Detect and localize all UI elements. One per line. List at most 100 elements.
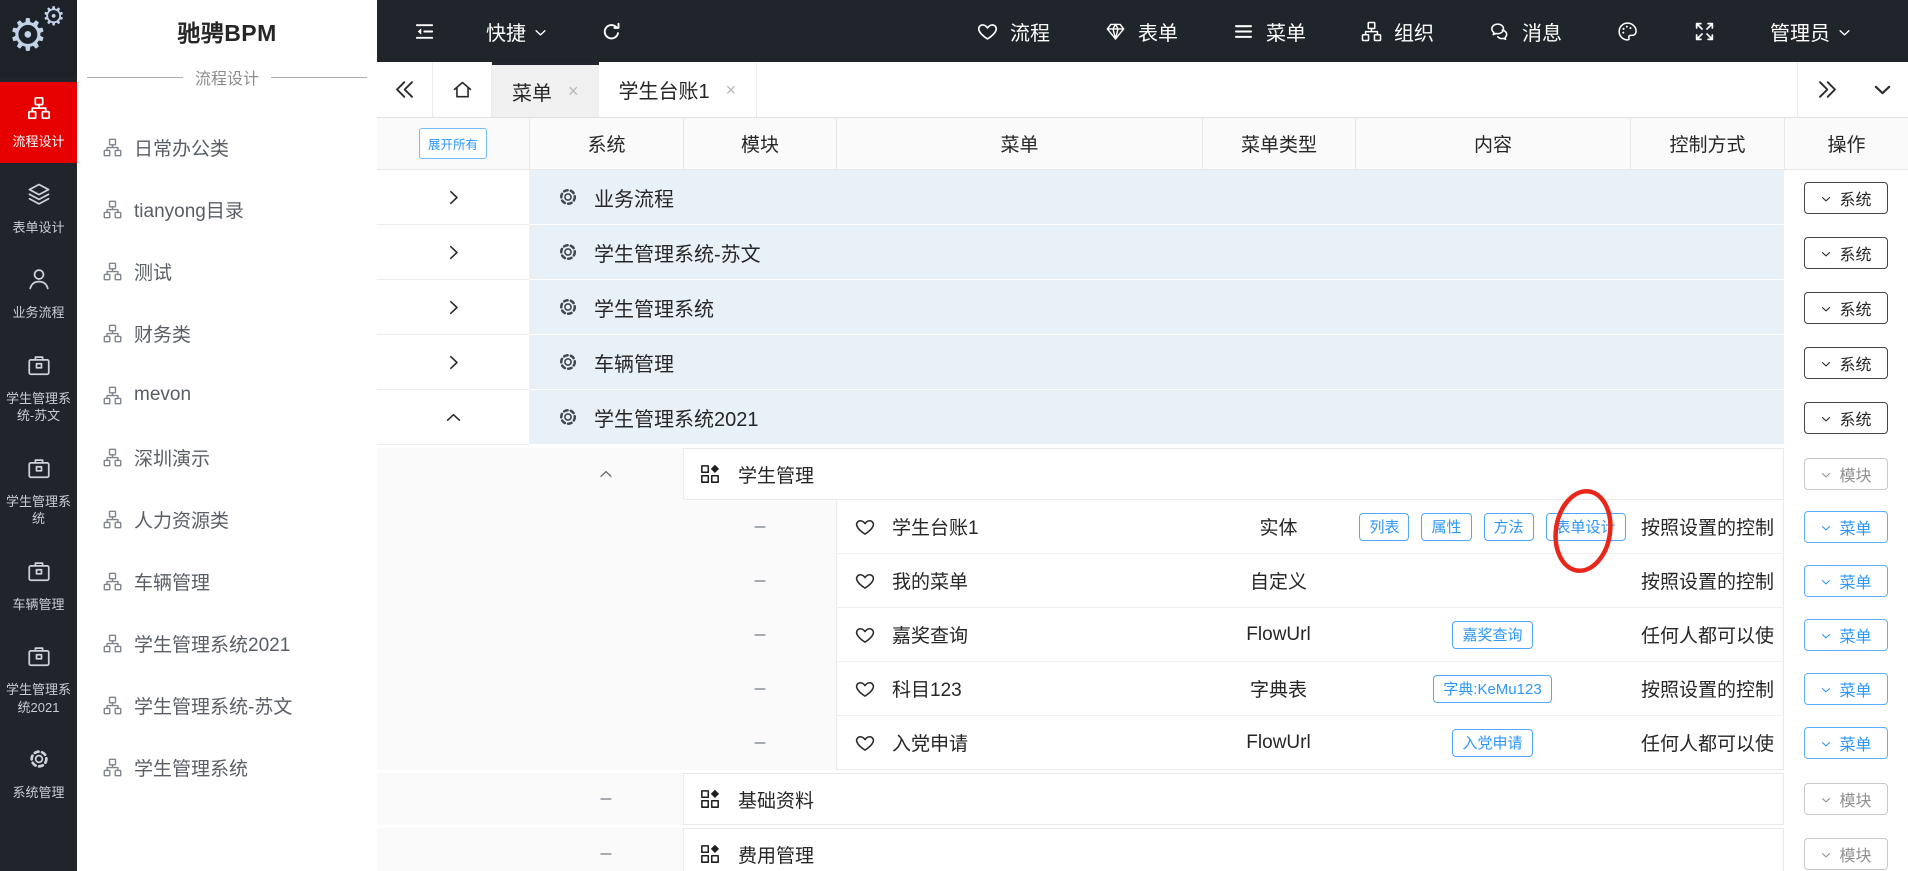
menu-row: 我的菜单 自定义 按照设置的控制 菜单 (377, 554, 1908, 608)
row-action-button[interactable]: 模块 (1804, 458, 1888, 490)
topbar-nav-menus[interactable]: 菜单 (1232, 17, 1306, 46)
tab-学生台账1[interactable]: 学生台账1 × (599, 62, 758, 117)
sidebar-item[interactable]: 人力资源类 (77, 488, 377, 550)
tab-菜单[interactable]: 菜单 × (492, 62, 599, 117)
module-expand-toggle[interactable] (529, 828, 683, 871)
row-expand-toggle[interactable] (377, 335, 529, 390)
close-icon[interactable]: × (726, 81, 737, 99)
content-button[interactable]: 列表 (1359, 512, 1410, 541)
user-menu[interactable]: 管理员 (1770, 17, 1852, 46)
rail-item-label: 流程设计 (12, 134, 65, 149)
menu-name-cell[interactable]: 嘉奖查询 (836, 608, 1202, 662)
sidebar-item[interactable]: 车辆管理 (77, 550, 377, 612)
rail-item-system-admin[interactable]: 系统管理 (0, 733, 77, 814)
app-logo[interactable]: ⚙ ⚙ (0, 0, 77, 77)
content-button[interactable]: 入党申请 (1452, 728, 1533, 757)
menu-fold-button[interactable] (413, 20, 436, 43)
row-expand-toggle[interactable] (377, 225, 529, 280)
quick-dropdown[interactable]: 快捷 (486, 17, 548, 46)
row-action-button[interactable]: 菜单 (1804, 619, 1888, 651)
sidebar-item-label: 人力资源类 (134, 510, 230, 532)
user-icon (26, 266, 52, 292)
topbar-nav: 流程 表单 菜单 组织 消息 (976, 17, 1562, 46)
home-icon (451, 78, 474, 101)
action-cell: 系统 (1784, 335, 1908, 390)
content-button[interactable]: 字典:KeMu123 (1433, 674, 1552, 703)
rail-item-student-sys[interactable]: 学生管理系统 (0, 442, 77, 540)
menu-name-cell[interactable]: 我的菜单 (836, 554, 1202, 608)
content-button[interactable]: 表单设计 (1545, 512, 1626, 541)
module-expand-toggle[interactable] (529, 448, 683, 500)
content-button[interactable]: 方法 (1483, 512, 1534, 541)
menu-row: 嘉奖查询 FlowUrl 嘉奖查询 任何人都可以使 菜单 (377, 608, 1908, 662)
column-header-2: 模块 (683, 118, 836, 169)
row-action-button[interactable]: 系统 (1804, 346, 1888, 379)
rail-item-vehicle-mgmt[interactable]: 车辆管理 (0, 545, 77, 626)
sidebar-item[interactable]: 学生管理系统 (77, 736, 377, 798)
tabs-menu-button[interactable] (1856, 62, 1908, 117)
menu-content-cell: 列表 属性 方法 表单设计 (1355, 500, 1630, 554)
sidebar-item[interactable]: 日常办公类 (77, 116, 377, 178)
action-cell: 菜单 (1784, 608, 1908, 662)
sidebar-item[interactable]: tianyong目录 (77, 178, 377, 240)
sidebar-item-label: 财务类 (134, 324, 192, 346)
category-icon (102, 509, 123, 530)
rail-item-business-flow[interactable]: 业务流程 (0, 253, 77, 334)
module-expand-toggle[interactable] (529, 773, 683, 825)
refresh-button[interactable] (600, 20, 623, 43)
row-action-button[interactable]: 系统 (1804, 291, 1888, 324)
menu-type: 自定义 (1249, 572, 1307, 593)
row-expand-toggle[interactable] (377, 280, 529, 335)
fullscreen-button[interactable] (1693, 20, 1716, 43)
action-cell: 模块 (1784, 773, 1908, 825)
module-indent (377, 828, 683, 871)
sidebar-item[interactable]: 财务类 (77, 302, 377, 364)
row-action-button[interactable]: 系统 (1804, 181, 1888, 214)
topbar-nav-messages[interactable]: 消息 (1488, 17, 1562, 46)
tabs-scroll-left-button[interactable] (377, 62, 433, 117)
close-icon[interactable]: × (568, 82, 579, 100)
sidebar-item[interactable]: 学生管理系统2021 (77, 612, 377, 674)
row-action-button[interactable]: 模块 (1804, 838, 1888, 870)
nav-label: 消息 (1522, 22, 1562, 45)
row-action-button[interactable]: 菜单 (1804, 673, 1888, 705)
row-action-button[interactable]: 系统 (1804, 236, 1888, 269)
rail-item-form-design[interactable]: 表单设计 (0, 168, 77, 249)
content-button[interactable]: 属性 (1421, 512, 1472, 541)
row-action-button[interactable]: 菜单 (1804, 727, 1888, 759)
menu-name-cell[interactable]: 学生台账1 (836, 500, 1202, 554)
theme-palette-button[interactable] (1616, 20, 1639, 43)
section-title: 流程设计 (195, 71, 260, 88)
caret-down-icon (1820, 413, 1832, 425)
action-label: 菜单 (1839, 629, 1872, 646)
system-name: 学生管理系统 (594, 298, 714, 321)
row-action-button[interactable]: 系统 (1804, 401, 1888, 434)
row-action-button[interactable]: 菜单 (1804, 511, 1888, 543)
rail-item-student-sys-2021[interactable]: 学生管理系统2021 (0, 630, 77, 728)
expand-all-button[interactable]: 展开所有 (418, 128, 487, 159)
row-expand-toggle[interactable] (377, 390, 529, 445)
sidebar-item[interactable]: 深圳演示 (77, 426, 377, 488)
row-action-button[interactable]: 菜单 (1804, 565, 1888, 597)
rail-item-process-design[interactable]: 流程设计 (0, 82, 77, 163)
menu-name-cell[interactable]: 入党申请 (836, 716, 1202, 770)
home-tab-button[interactable] (433, 62, 492, 117)
refresh-icon (600, 20, 623, 43)
topbar-nav-forms[interactable]: 表单 (1104, 17, 1178, 46)
row-expand-toggle[interactable] (377, 170, 529, 225)
sidebar-item[interactable]: 测试 (77, 240, 377, 302)
topbar-nav-org[interactable]: 组织 (1360, 17, 1434, 46)
dash-icon (751, 626, 769, 644)
action-label: 系统 (1839, 411, 1872, 429)
category-icon (102, 571, 123, 592)
menu-name-cell[interactable]: 科目123 (836, 662, 1202, 716)
menu-content-cell: 嘉奖查询 (1355, 608, 1630, 662)
content-button[interactable]: 嘉奖查询 (1452, 620, 1533, 649)
nav-label: 表单 (1138, 22, 1178, 45)
tabs-scroll-right-button[interactable] (1797, 62, 1856, 117)
row-action-button[interactable]: 模块 (1804, 783, 1888, 815)
sidebar-item[interactable]: mevon (77, 364, 377, 426)
rail-item-student-sys-suwen[interactable]: 学生管理系统-苏文 (0, 339, 77, 437)
topbar-nav-process[interactable]: 流程 (976, 17, 1050, 46)
sidebar-item[interactable]: 学生管理系统-苏文 (77, 674, 377, 736)
